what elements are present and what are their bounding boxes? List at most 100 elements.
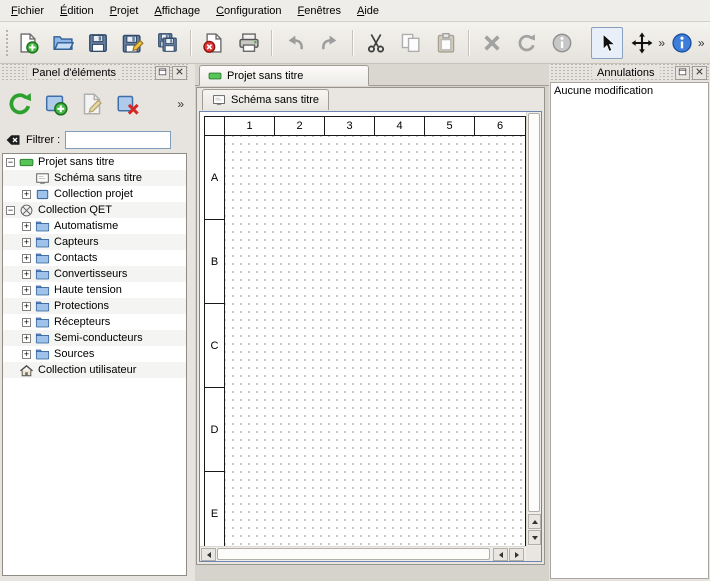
undo-button[interactable] (279, 27, 311, 59)
undo-list-item[interactable]: Aucune modification (551, 83, 708, 99)
tree-item-capteurs[interactable]: +Capteurs (3, 234, 186, 250)
vertical-scrollbar[interactable] (526, 112, 541, 546)
save-button[interactable] (82, 27, 114, 59)
tree-item-recepteurs[interactable]: +Récepteurs (3, 314, 186, 330)
element-info-button[interactable] (546, 27, 578, 59)
close-file-button[interactable] (198, 27, 230, 59)
tree-item-protections[interactable]: +Protections (3, 298, 186, 314)
menu-affichage[interactable]: Affichage (146, 2, 208, 20)
undo-dock-close-button[interactable] (692, 66, 707, 80)
tab-schema[interactable]: Schéma sans titre (202, 89, 329, 110)
tree-item-semi-conducteurs[interactable]: +Semi-conducteurs (3, 330, 186, 346)
select-mode-button[interactable] (591, 27, 623, 59)
elements-dock-float-button[interactable] (155, 66, 170, 80)
horizontal-scrollbar[interactable] (200, 546, 526, 561)
save-all-button[interactable] (152, 27, 184, 59)
tab-project[interactable]: Projet sans titre (199, 65, 369, 86)
tree-item-convertisseurs[interactable]: +Convertisseurs (3, 266, 186, 282)
schema-tabbar: Schéma sans titre (197, 88, 544, 110)
tree-item-label: Automatisme (54, 220, 118, 232)
about-icon (671, 32, 693, 54)
expander-plus-icon[interactable]: + (22, 334, 31, 343)
menu-fenetres[interactable]: Fenêtres (290, 2, 349, 20)
expander-plus-icon[interactable]: + (22, 286, 31, 295)
elements-dock-close-button[interactable] (172, 66, 187, 80)
tree-item-contacts[interactable]: + Contacts (3, 250, 186, 266)
reload-button[interactable] (6, 90, 34, 118)
filter-input[interactable] (65, 131, 171, 149)
menu-configuration[interactable]: Configuration (208, 2, 289, 20)
elements-dock-titlebar: Panel d'éléments (0, 64, 190, 81)
horizontal-scrollbar-thumb[interactable] (217, 548, 490, 560)
tree-item-collection-qet[interactable]: −Collection QET (3, 202, 186, 218)
toolbar-extension-button[interactable]: » (658, 36, 665, 50)
folder-icon (35, 315, 50, 330)
about-button[interactable] (666, 27, 698, 59)
rotate-button[interactable] (511, 27, 543, 59)
diagram-canvas[interactable]: 123456 ABCDE (200, 112, 526, 546)
new-document-button[interactable] (12, 27, 44, 59)
tree-item-automatisme[interactable]: + Automatisme (3, 218, 186, 234)
toolbar-group (360, 27, 462, 59)
vertical-scrollbar-thumb[interactable] (528, 113, 540, 512)
scroll-right-button[interactable] (509, 548, 524, 561)
expander-plus-icon[interactable]: + (22, 238, 31, 247)
undo-dock-titlebar: Annulations (549, 64, 710, 81)
edit-element-button[interactable] (78, 90, 106, 118)
scroll-left-button-2[interactable] (493, 548, 508, 561)
copy-icon (400, 32, 422, 54)
grid-column-header: 2 (275, 117, 325, 135)
delete-element-button[interactable] (114, 90, 142, 118)
clear-filter-icon[interactable] (5, 132, 21, 148)
paste-button[interactable] (430, 27, 462, 59)
tree-item-collection-utilisateur[interactable]: Collection utilisateur (3, 362, 186, 378)
elements-toolbar-extension-button[interactable]: » (177, 97, 184, 111)
tree-item-sources[interactable]: +Sources (3, 346, 186, 362)
scroll-left-button[interactable] (201, 548, 216, 561)
expander-plus-icon[interactable]: + (22, 270, 31, 279)
copy-button[interactable] (395, 27, 427, 59)
tree-item-collection-projet[interactable]: +Collection projet (3, 186, 186, 202)
toolbar-group (591, 27, 658, 59)
reload-icon (7, 91, 33, 117)
open-file-button[interactable] (47, 27, 79, 59)
expander-minus-icon[interactable]: − (6, 206, 15, 215)
diagram-grid-area[interactable] (225, 136, 525, 546)
cut-button[interactable] (360, 27, 392, 59)
print-button[interactable] (233, 27, 265, 59)
folder-icon (35, 251, 50, 266)
toolbar-extension-button[interactable]: » (698, 36, 705, 50)
delete-button[interactable] (476, 27, 508, 59)
expander-plus-icon[interactable]: + (22, 190, 31, 199)
scroll-up-button[interactable] (528, 514, 541, 529)
new-element-button[interactable] (42, 90, 70, 118)
menu-edition[interactable]: Édition (52, 2, 102, 20)
expander-plus-icon[interactable]: + (22, 318, 31, 327)
tree-item-haute-tension[interactable]: +Haute tension (3, 282, 186, 298)
menu-aide[interactable]: Aide (349, 2, 387, 20)
expander-minus-icon[interactable]: − (6, 158, 15, 167)
mdi-background: Schéma sans titre 123456 ABCDE (195, 86, 549, 581)
pan-mode-button[interactable] (626, 27, 658, 59)
menu-projet[interactable]: Projet (102, 2, 147, 20)
toolbar-group (198, 27, 265, 59)
project-tabbar: Projet sans titre (195, 64, 549, 86)
expander-plus-icon[interactable]: + (22, 254, 31, 263)
delete-icon (481, 32, 503, 54)
expander-plus-icon[interactable]: + (22, 302, 31, 311)
print-icon (238, 32, 260, 54)
undo-dock-float-button[interactable] (675, 66, 690, 80)
new-document-icon (17, 32, 39, 54)
tree-item-projet-sans-titre[interactable]: −Projet sans titre (3, 154, 186, 170)
save-as-button[interactable] (117, 27, 149, 59)
menu-fichier[interactable]: Fichier (3, 2, 52, 20)
expander-plus-icon[interactable]: + (22, 222, 31, 231)
scroll-down-button[interactable] (528, 530, 541, 545)
qet-icon (19, 203, 34, 218)
redo-button[interactable] (314, 27, 346, 59)
toolbar-handle[interactable] (5, 29, 8, 57)
expander-spacer (22, 174, 31, 183)
tree-item-schema-sans-titre[interactable]: Schéma sans titre (3, 170, 186, 186)
expander-plus-icon[interactable]: + (22, 350, 31, 359)
tree-item-label: Contacts (54, 252, 97, 264)
